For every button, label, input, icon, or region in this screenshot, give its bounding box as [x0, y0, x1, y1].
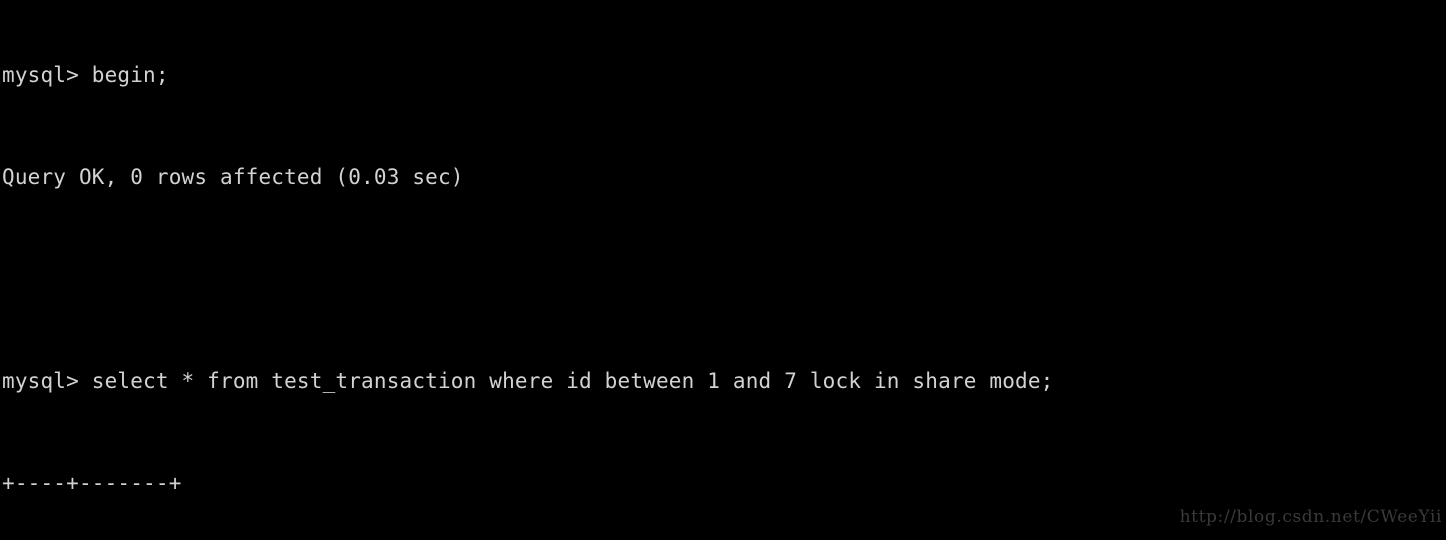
terminal-line-begin-command: mysql> begin;: [2, 63, 169, 87]
terminal-window[interactable]: mysql> begin; Query OK, 0 rows affected …: [0, 0, 1446, 540]
terminal-line-table-top: +----+-------+: [2, 471, 182, 495]
watermark: http://blog.csdn.net/CWeeYii: [1179, 507, 1442, 527]
terminal-line-select-command: mysql> select * from test_transaction wh…: [2, 369, 1054, 393]
terminal-output: mysql> begin; Query OK, 0 rows affected …: [2, 0, 1054, 540]
terminal-line-begin-result: Query OK, 0 rows affected (0.03 sec): [2, 165, 464, 189]
